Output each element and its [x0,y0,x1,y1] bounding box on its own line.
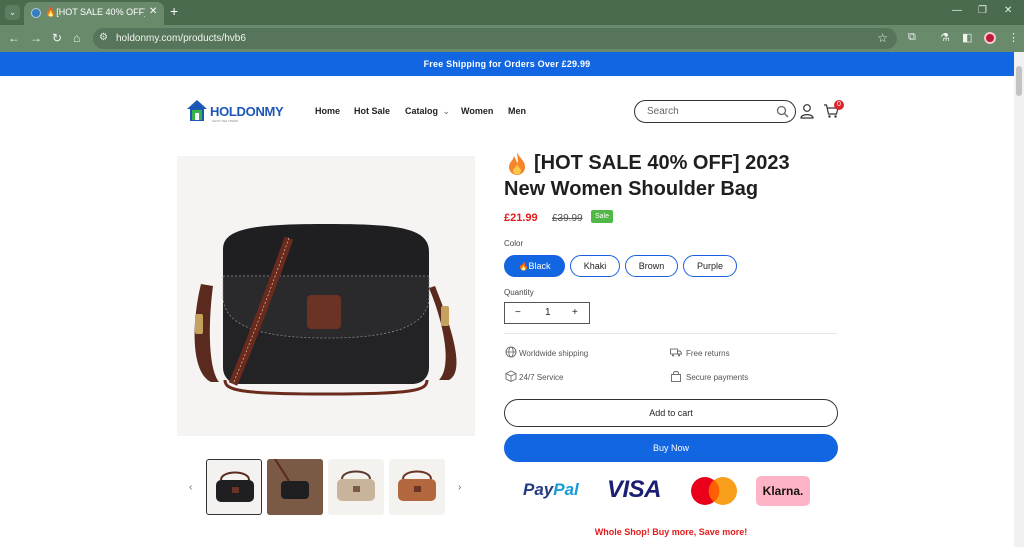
feature-secure-payments: Secure payments [686,373,749,382]
nav-hot-sale[interactable]: Hot Sale [354,106,390,116]
visa-logo: VISA [607,476,662,503]
shoulder-bag-image [194,224,457,396]
feature-free-returns: Free returns [686,349,730,358]
site-favicon-icon [31,8,41,18]
new-tab-button[interactable]: + [170,4,178,18]
search-placeholder: Search [647,106,679,117]
truck-icon [670,348,682,357]
scrollbar-thumb[interactable] [1016,66,1022,96]
quantity-input[interactable]: 1 [545,307,551,318]
restore-window-button[interactable]: ❐ [978,5,987,16]
lock-icon [671,371,681,382]
site-info-icon[interactable]: ⚙ [99,32,108,43]
sale-price: £21.99 [504,212,538,224]
thumbnail-brown[interactable] [389,459,445,515]
divider [504,333,837,334]
reload-icon[interactable]: ↻ [52,31,62,45]
thumbnail-khaki[interactable] [328,459,384,515]
browser-toolbar: ← → ↻ ⌂ ⚙ holdonmy.com/products/hvb6 ☆ ⧉… [0,25,1024,52]
thumbnail-worn-image [267,459,323,515]
color-option-brown[interactable]: Brown [625,255,678,277]
globe-icon [505,346,517,358]
tab-search-button[interactable]: ⌄ [5,5,20,20]
forward-arrow-icon[interactable]: → [30,31,42,45]
paypal-logo-part-b: Pal [553,480,579,499]
tab-title: 🔥[HOT SALE 40% OFF] 2023 [45,7,145,17]
sale-badge: Sale [591,210,613,223]
add-to-cart-button[interactable]: Add to cart [504,399,838,427]
cart-count-badge: 0 [834,100,844,110]
paypal-logo-part-a: Pay [523,480,554,499]
fire-icon: 🔥 [518,262,529,271]
thumbnail-black-image [216,471,254,502]
browser-tab-strip: ⌄ 🔥[HOT SALE 40% OFF] 2023 ✕ + — ❐ ✕ [0,0,1024,25]
product-title: [HOT SALE 40% OFF] 2023 New Women Should… [504,152,790,200]
browser-menu-icon[interactable]: ⋮ [1008,31,1019,44]
thumbnail-worn[interactable] [267,459,323,515]
color-option-label: Black [528,261,551,271]
bookmark-star-icon[interactable]: ☆ [877,31,888,45]
minimize-window-button[interactable]: — [952,5,962,16]
color-option-khaki[interactable]: Khaki [570,255,620,277]
quantity-increase-button[interactable]: + [572,307,578,318]
tab-close-icon[interactable]: ✕ [149,6,157,17]
search-icon[interactable] [776,105,789,118]
logo-wordmark: HOLDONMY [210,104,284,119]
nav-men[interactable]: Men [508,106,526,116]
promo-text: Whole Shop! Buy more, Save more! [594,527,748,537]
color-label: Color [504,239,524,248]
house-logo-icon [187,100,207,121]
page-scrollbar[interactable] [1014,52,1024,547]
side-panel-icon[interactable]: ◧ [962,31,972,44]
thumbnail-brown-image [398,470,436,501]
buy-now-button[interactable]: Buy Now [504,434,838,462]
labs-flask-icon[interactable]: ⚗ [940,31,950,44]
address-bar[interactable]: ⚙ holdonmy.com/products/hvb6 ☆ [93,28,897,49]
browser-tab[interactable]: 🔥[HOT SALE 40% OFF] 2023 ✕ [24,2,164,25]
close-window-button[interactable]: ✕ [1004,5,1012,16]
extensions-puzzle-icon[interactable]: ⧉ [908,31,916,44]
thumbnail-khaki-image [337,470,375,501]
announcement-bar: Free Shipping for Orders Over £29.99 [0,52,1014,76]
url-text: holdonmy.com/products/hvb6 [116,33,246,44]
quantity-label: Quantity [504,288,534,297]
product-main-image[interactable] [177,156,475,436]
nav-women[interactable]: Women [461,106,493,116]
search-input[interactable]: Search [634,100,796,123]
mastercard-logo-icon [691,477,737,505]
nav-catalog-label: Catalog [405,106,439,116]
account-user-icon[interactable] [800,103,814,119]
klarna-logo: Klarna. [756,476,810,506]
color-option-purple[interactable]: Purple [683,255,737,277]
back-arrow-icon[interactable]: ← [8,31,20,45]
compare-price: £39.99 [552,213,583,224]
color-option-black[interactable]: 🔥Black [504,255,565,277]
box-icon [505,370,517,382]
logo-tagline: SHOP THE TREND [212,119,239,123]
feature-service: 24/7 Service [519,373,564,382]
feature-worldwide-shipping: Worldwide shipping [519,349,589,358]
thumbnail-next-arrow-icon[interactable]: › [458,482,461,493]
quantity-decrease-button[interactable]: − [515,307,521,318]
paypal-logo: PayPal [523,480,579,500]
quantity-stepper: − 1 + [504,302,590,324]
chevron-down-icon: ⌄ [442,106,451,116]
home-icon[interactable]: ⌂ [73,31,80,45]
thumbnail-prev-arrow-icon[interactable]: ‹ [189,482,192,493]
profile-avatar-icon[interactable] [984,32,996,44]
nav-catalog[interactable]: Catalog ⌄ [405,106,450,117]
thumbnail-black[interactable] [206,459,262,515]
nav-home[interactable]: Home [315,106,340,116]
